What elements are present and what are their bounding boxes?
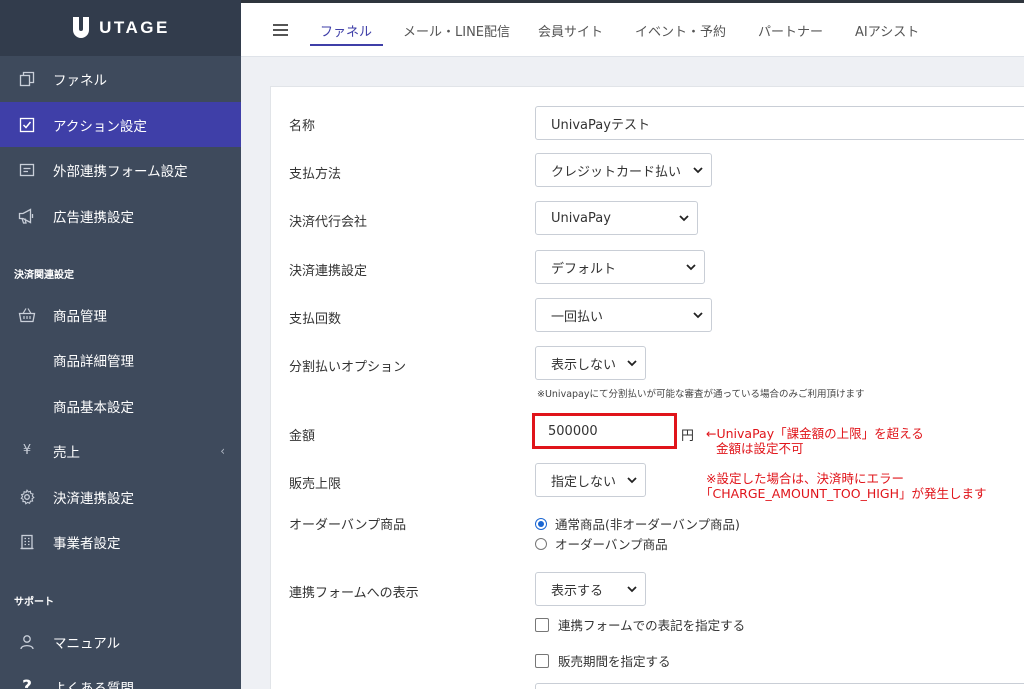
hamburger-menu-icon[interactable] (273, 24, 288, 36)
installment-option-select[interactable]: 表示しない (535, 346, 646, 380)
sidebar-item-label: 商品基本設定 (53, 399, 134, 416)
sidebar-item-label: 事業者設定 (53, 535, 121, 552)
radio-unselected[interactable] (535, 537, 547, 550)
sidebar-item-label: よくある質問 (53, 680, 134, 689)
payment-count-label: 支払回数 (289, 312, 342, 327)
utage-logo-icon (71, 17, 91, 39)
question-icon: ? (22, 676, 32, 689)
building-icon (17, 532, 37, 552)
sidebar: UTAGE ファネル アクション設定 外部連携フォーム設定 広告連携設定 決済関… (0, 0, 241, 689)
brand-name: UTAGE (99, 18, 170, 37)
name-label: 名称 (289, 119, 316, 134)
tab-member-site[interactable]: 会員サイト (538, 21, 603, 40)
sidebar-item-label: ファネル (53, 72, 107, 89)
sidebar-item-sales[interactable]: ¥ 売上 ‹ (0, 428, 241, 473)
chevron-down-icon (627, 360, 637, 367)
sidebar-item-funnel[interactable]: ファネル (0, 56, 241, 101)
payment-agency-select[interactable]: UnivaPay (535, 201, 698, 235)
brand[interactable]: UTAGE (0, 0, 241, 56)
notation-checkbox-row[interactable]: 連携フォームでの表記を指定する (535, 615, 745, 634)
sidebar-item-ad-integration[interactable]: 広告連携設定 (0, 193, 241, 238)
name-input[interactable]: UnivaPayテスト (535, 106, 1024, 140)
tab-funnel[interactable]: ファネル (320, 21, 372, 40)
tab-partner[interactable]: パートナー (758, 21, 823, 40)
sidebar-item-label: 売上 (53, 444, 80, 461)
form-display-select[interactable]: 表示する (535, 572, 646, 606)
gear-icon (17, 487, 37, 507)
order-bump-radio-bump[interactable]: オーダーバンプ商品 (535, 534, 668, 553)
sales-period-checkbox[interactable] (535, 653, 549, 668)
tab-mail-line[interactable]: メール・LINE配信 (403, 21, 510, 40)
section-title-payment: 決済関連設定 (14, 270, 74, 281)
sidebar-item-label: 商品管理 (53, 308, 107, 325)
user-icon (17, 632, 37, 652)
amount-input[interactable]: 500000 (532, 413, 677, 449)
megaphone-icon (17, 206, 37, 226)
payment-method-label: 支払方法 (289, 167, 342, 182)
payment-method-select[interactable]: クレジットカード払い (535, 153, 712, 187)
annotation-line-2: 金額は設定不可 (716, 441, 804, 456)
top-edge-line (241, 0, 1024, 3)
sales-limit-label: 販売上限 (289, 477, 342, 492)
order-bump-label: オーダーバンプ商品 (289, 518, 407, 533)
sidebar-item-label: 商品詳細管理 (53, 353, 134, 370)
sidebar-item-products[interactable]: 商品管理 (0, 292, 241, 337)
checkbox-icon (17, 115, 37, 135)
sidebar-item-payment-integration[interactable]: 決済連携設定 (0, 474, 241, 519)
sales-limit-select[interactable]: 指定しない (535, 463, 646, 497)
section-title-support: サポート (14, 597, 54, 608)
form-icon (17, 160, 37, 180)
sidebar-item-label: 決済連携設定 (53, 490, 134, 507)
payment-integration-select[interactable]: デフォルト (535, 250, 705, 284)
chevron-down-icon (693, 312, 703, 319)
amount-unit: 円 (681, 429, 695, 444)
next-field-input[interactable] (535, 683, 1024, 689)
sidebar-item-label: マニュアル (53, 635, 121, 652)
payment-integration-label: 決済連携設定 (289, 264, 368, 279)
tab-ai-assist[interactable]: AIアシスト (855, 21, 919, 40)
amount-label: 金額 (289, 429, 316, 444)
sidebar-item-label: 外部連携フォーム設定 (53, 163, 188, 180)
order-bump-radio-normal[interactable]: 通常商品(非オーダーバンプ商品) (535, 514, 740, 533)
payment-count-select[interactable]: 一回払い (535, 298, 712, 332)
annotation-line-4: 「CHARGE_AMOUNT_TOO_HIGH」が発生します (700, 486, 987, 501)
form-display-label: 連携フォームへの表示 (289, 586, 419, 601)
payment-agency-label: 決済代行会社 (289, 215, 368, 230)
chevron-down-icon (686, 264, 696, 271)
sidebar-item-manual[interactable]: マニュアル (0, 619, 241, 664)
yen-icon: ¥ (22, 443, 32, 458)
sidebar-item-product-details[interactable]: 商品詳細管理 (0, 337, 241, 382)
notation-checkbox[interactable] (535, 617, 549, 632)
sidebar-item-label: 広告連携設定 (53, 209, 134, 226)
active-tab-indicator (310, 44, 383, 46)
sales-period-checkbox-row[interactable]: 販売期間を指定する (535, 651, 671, 670)
sidebar-item-product-basic[interactable]: 商品基本設定 (0, 383, 241, 428)
tab-event-booking[interactable]: イベント・予約 (635, 21, 726, 40)
sidebar-item-external-form[interactable]: 外部連携フォーム設定 (0, 147, 241, 192)
basket-icon (17, 305, 37, 325)
chevron-down-icon (693, 167, 703, 174)
copy-icon (17, 69, 37, 89)
installment-option-label: 分割払いオプション (289, 360, 407, 375)
radio-selected[interactable] (535, 517, 547, 530)
sidebar-item-faq[interactable]: ? よくある質問 (0, 664, 241, 689)
chevron-down-icon (627, 586, 637, 593)
installment-hint: ※Univapayにて分割払いが可能な審査が通っている場合のみご利用頂けます (537, 389, 865, 400)
sidebar-item-action-settings[interactable]: アクション設定 (0, 102, 241, 147)
chevron-down-icon (627, 477, 637, 484)
sidebar-item-business-settings[interactable]: 事業者設定 (0, 519, 241, 564)
sidebar-item-label: アクション設定 (53, 118, 147, 135)
chevron-left-icon: ‹ (220, 443, 225, 458)
chevron-down-icon (679, 215, 689, 222)
